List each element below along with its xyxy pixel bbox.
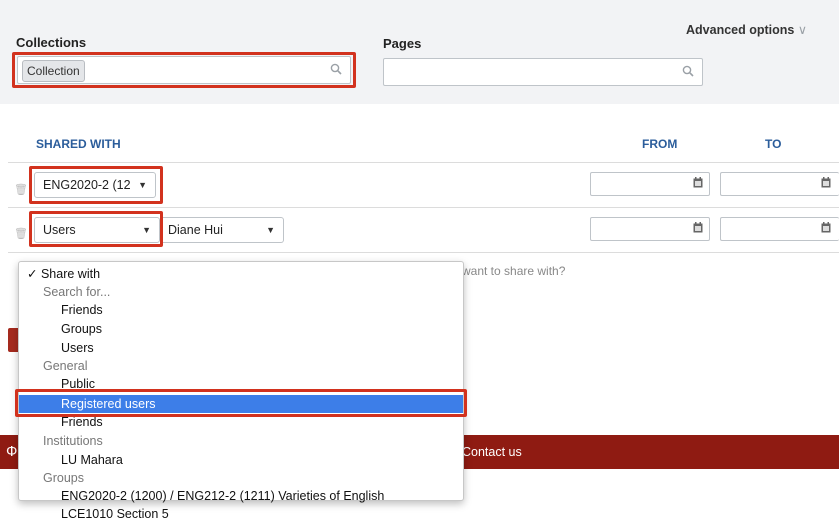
menu-group-institutions: Institutions bbox=[43, 434, 103, 448]
calendar-icon[interactable] bbox=[821, 177, 831, 188]
from-date-input[interactable] bbox=[590, 172, 710, 196]
collections-label: Collections bbox=[16, 35, 87, 50]
menu-item-lu-mahara[interactable]: LU Mahara bbox=[19, 451, 463, 469]
menu-item-label: Share with bbox=[40, 267, 101, 281]
user-select[interactable]: Diane Hui ▼ bbox=[160, 217, 284, 243]
trash-icon[interactable]: 🗑 bbox=[14, 183, 28, 196]
divider bbox=[8, 252, 839, 253]
menu-group-general: General bbox=[43, 359, 88, 373]
share-prompt: want to share with? bbox=[462, 264, 566, 278]
footer-contact-link[interactable]: Contact us bbox=[462, 445, 522, 459]
user-value: Diane Hui bbox=[168, 223, 223, 237]
checkmark-icon: ✓ bbox=[27, 267, 38, 281]
filter-panel: Advanced options ∨ Collections Collectio… bbox=[0, 0, 839, 104]
from-date-input[interactable] bbox=[590, 217, 710, 241]
calendar-icon[interactable] bbox=[693, 222, 703, 233]
advanced-options-toggle[interactable]: Advanced options ∨ bbox=[686, 22, 807, 37]
to-date-input[interactable] bbox=[720, 217, 839, 241]
menu-item-group-lce1010[interactable]: LCE1010 Section 5 bbox=[19, 505, 463, 523]
mahara-logo-icon: Ф bbox=[6, 443, 18, 460]
trash-icon[interactable]: 🗑 bbox=[14, 227, 28, 240]
header-from: FROM bbox=[642, 137, 678, 151]
highlight-row2-select bbox=[29, 211, 163, 247]
chevron-down-icon: ∨ bbox=[797, 23, 807, 37]
menu-item-group-eng2020[interactable]: ENG2020-2 (1200) / ENG212-2 (1211) Varie… bbox=[19, 487, 463, 505]
calendar-icon[interactable] bbox=[821, 222, 831, 233]
calendar-icon[interactable] bbox=[693, 177, 703, 188]
header-to: TO bbox=[765, 137, 782, 151]
advanced-options-label: Advanced options bbox=[686, 23, 795, 37]
menu-item-groups[interactable]: Groups bbox=[19, 320, 463, 338]
highlight-collections bbox=[12, 52, 356, 88]
highlight-row1-select bbox=[29, 166, 163, 204]
menu-item-friends[interactable]: Friends bbox=[19, 301, 463, 319]
share-with-dropdown-menu: ✓ Share with Search for... Friends Group… bbox=[18, 261, 464, 521]
menu-group-search-for: Search for... bbox=[43, 285, 111, 299]
highlight-registered-users bbox=[15, 389, 467, 417]
search-icon[interactable] bbox=[682, 65, 694, 80]
menu-item-users[interactable]: Users bbox=[19, 339, 463, 357]
divider bbox=[8, 162, 839, 163]
menu-group-groups: Groups bbox=[43, 471, 84, 485]
menu-item-share-with[interactable]: ✓ Share with bbox=[19, 265, 463, 283]
caret-down-icon: ▼ bbox=[266, 225, 275, 235]
pages-search-input[interactable] bbox=[383, 58, 703, 86]
pages-label: Pages bbox=[383, 36, 422, 51]
to-date-input[interactable] bbox=[720, 172, 839, 196]
divider bbox=[8, 207, 839, 208]
header-shared-with: SHARED WITH bbox=[36, 137, 121, 151]
